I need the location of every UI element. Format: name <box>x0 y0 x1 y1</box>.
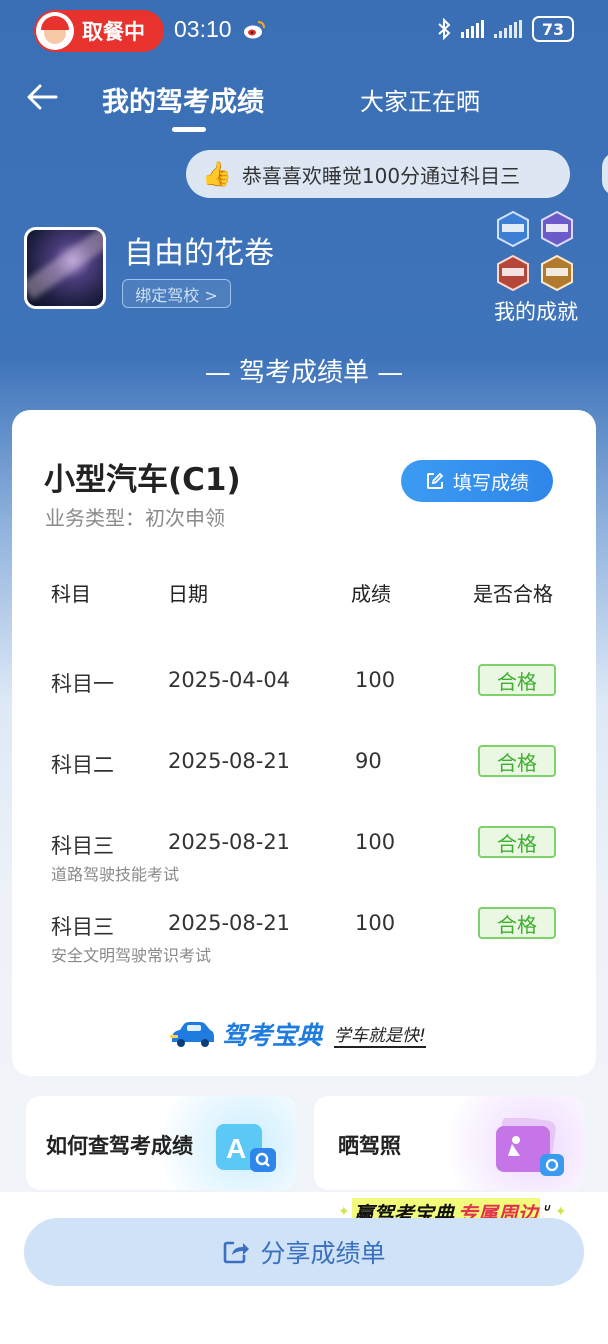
column-header-score: 成绩 <box>351 582 391 606</box>
row-1-score: 100 <box>355 668 396 692</box>
row-1-date: 2025-04-04 <box>168 668 291 692</box>
share-report-button[interactable]: 分享成绩单 <box>24 1218 584 1286</box>
row-2-subject: 科目二 <box>51 753 114 777</box>
row-2-score: 90 <box>355 749 382 773</box>
clock: 03:10 <box>174 16 232 42</box>
row-3-date: 2025-08-21 <box>168 830 291 854</box>
my-achievements-label[interactable]: 我的成就 <box>494 296 578 326</box>
badge-subject3-icon <box>497 254 529 292</box>
photo-card-icon <box>496 1118 564 1176</box>
badge-subject4-icon <box>541 254 573 292</box>
edit-icon <box>426 472 444 489</box>
back-arrow-icon[interactable] <box>24 78 62 116</box>
weibo-icon <box>244 21 265 39</box>
tab-everyone-sharing[interactable]: 大家正在晒 <box>360 82 480 117</box>
order-status-pill[interactable]: 取餐中 <box>34 10 164 52</box>
order-status-label: 取餐中 <box>82 20 145 44</box>
user-name: 自由的花卷 <box>124 236 274 271</box>
battery-indicator: 73 <box>532 16 574 42</box>
row-4-note: 安全文明驾驶常识考试 <box>51 946 212 965</box>
row-4-score: 100 <box>355 911 396 935</box>
share-icon <box>224 1241 250 1264</box>
brand-logo: 驾考宝典 学车就是快! <box>168 1014 448 1054</box>
row-3-subject: 科目三 <box>51 834 114 858</box>
congrats-text: 恭喜喜欢睡觉100分通过科目三 <box>241 163 521 188</box>
row-4-subject: 科目三 <box>51 915 114 939</box>
search-doc-icon: A <box>216 1124 276 1172</box>
avatar[interactable] <box>24 227 106 309</box>
column-header-subject: 科目 <box>51 582 91 606</box>
signal-icon <box>461 20 484 38</box>
bluetooth-icon <box>438 18 451 40</box>
how-to-check-scores-label: 如何查驾考成绩 <box>46 1134 193 1158</box>
row-3-note: 道路驾驶技能考试 <box>51 865 180 884</box>
brand-name: 驾考宝典 <box>222 1021 323 1050</box>
achievement-badges[interactable] <box>494 210 578 294</box>
tab-my-scores[interactable]: 我的驾考成绩 <box>102 80 264 119</box>
svg-text:A: A <box>226 1133 246 1164</box>
row-4-date: 2025-08-21 <box>168 911 291 935</box>
row-1-pass-badge: 合格 <box>478 664 556 696</box>
brand-slogan: 学车就是快! <box>334 1021 426 1048</box>
business-type: 业务类型：初次申领 <box>45 506 225 530</box>
fill-score-label: 填写成绩 <box>452 471 529 494</box>
delivery-avatar-icon <box>36 12 74 50</box>
section-title: — 驾考成绩单 — <box>204 358 404 388</box>
signal-2-icon <box>494 20 522 38</box>
sparkle-2-icon: ✦ <box>554 1204 567 1220</box>
row-3-score: 100 <box>355 830 396 854</box>
row-4-pass-badge: 合格 <box>478 907 556 939</box>
car-logo-icon <box>170 1022 214 1047</box>
congrats-banner[interactable]: 👍 恭喜喜欢睡觉100分通过科目三 <box>186 150 570 198</box>
row-1-subject: 科目一 <box>51 672 114 696</box>
fill-score-button[interactable]: 填写成绩 <box>401 460 553 502</box>
congrats-banner-next <box>602 152 608 196</box>
car-type: 小型汽车(C1) <box>44 462 241 498</box>
badge-subject1-icon <box>497 210 529 248</box>
row-2-date: 2025-08-21 <box>168 749 291 773</box>
column-header-passed: 是否合格 <box>473 582 553 606</box>
show-license-tile[interactable]: 晒驾照 <box>314 1096 584 1190</box>
thumbs-up-icon: 👍 <box>202 160 232 188</box>
column-header-date: 日期 <box>168 582 208 606</box>
status-bar: 取餐中 03:10 73 <box>0 0 608 62</box>
row-3-pass-badge: 合格 <box>478 826 556 858</box>
how-to-check-scores-tile[interactable]: 如何查驾考成绩 A <box>26 1096 296 1190</box>
show-license-label: 晒驾照 <box>338 1134 401 1158</box>
share-report-label: 分享成绩单 <box>260 1239 386 1268</box>
bind-school-button[interactable]: 绑定驾校 > <box>122 279 231 308</box>
score-card: 小型汽车(C1) 业务类型：初次申领 填写成绩 科目 日期 成绩 是否合格 科目… <box>12 410 596 1076</box>
row-2-pass-badge: 合格 <box>478 745 556 777</box>
active-tab-indicator <box>172 127 206 132</box>
badge-subject2-icon <box>541 210 573 248</box>
